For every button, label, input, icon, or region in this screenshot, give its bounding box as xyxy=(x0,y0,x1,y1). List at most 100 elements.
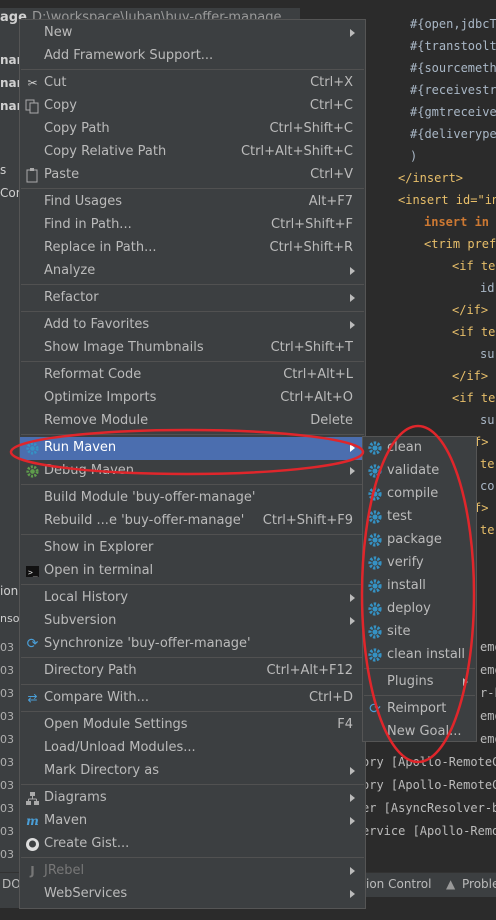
menu-item-webservices[interactable]: WebServices xyxy=(20,883,365,906)
console-line-number: 03 xyxy=(0,848,14,861)
menu-item-jrebel[interactable]: J JRebel xyxy=(20,860,365,883)
menu-item-show-in-explorer[interactable]: Show in Explorer xyxy=(20,537,365,560)
menu-label: New xyxy=(44,25,73,40)
menu-item-mark-directory-as[interactable]: Mark Directory as xyxy=(20,760,365,783)
submenu-item-reimport[interactable]: ⟳ Reimport xyxy=(363,698,476,721)
menu-label: Replace in Path... xyxy=(44,240,157,255)
menu-label: Show in Explorer xyxy=(44,540,154,555)
menu-item-synchronize[interactable]: ⟳ Synchronize 'buy-offer-manage' xyxy=(20,633,365,656)
menu-label: Copy Path xyxy=(44,121,110,136)
shortcut: Ctrl+Shift+T xyxy=(270,340,353,355)
maven-goal-install[interactable]: install xyxy=(363,575,476,598)
submenu-item-new-goal[interactable]: New Goal... xyxy=(363,721,476,744)
maven-goal-test[interactable]: test xyxy=(363,506,476,529)
shortcut: Alt+F7 xyxy=(308,194,353,209)
console-line: r-beat xyxy=(480,686,496,700)
menu-label: Rebuild ...e 'buy-offer-manage' xyxy=(44,513,245,528)
menu-item-find-in-path[interactable]: Find in Path... Ctrl+Shift+F xyxy=(20,214,365,237)
menu-item-directory-path[interactable]: Directory Path Ctrl+Alt+F12 xyxy=(20,660,365,683)
menu-item-rebuild-module[interactable]: Rebuild ...e 'buy-offer-manage' Ctrl+Shif… xyxy=(20,510,365,533)
menu-item-debug-maven[interactable]: Debug Maven xyxy=(20,460,365,483)
menu-separator xyxy=(21,188,364,189)
menu-item-refactor[interactable]: Refactor xyxy=(20,287,365,310)
code-line: insert in xyxy=(424,215,490,229)
submenu-arrow-icon xyxy=(350,467,355,475)
console-line-number: 03 xyxy=(0,756,14,769)
maven-goal-clean-install[interactable]: clean install xyxy=(363,644,476,667)
menu-item-cut[interactable]: ✂ Cut Ctrl+X xyxy=(20,72,365,95)
gear-icon xyxy=(367,486,383,502)
menu-item-paste[interactable]: Paste Ctrl+V xyxy=(20,164,365,187)
menu-item-new[interactable]: New xyxy=(20,22,365,45)
menu-item-local-history[interactable]: Local History xyxy=(20,587,365,610)
menu-item-run-maven[interactable]: Run Maven xyxy=(20,437,365,460)
gear-icon xyxy=(367,624,383,640)
code-line: #{receivestr xyxy=(410,83,496,97)
maven-goal-compile[interactable]: compile xyxy=(363,483,476,506)
menu-label: Compare With... xyxy=(44,690,150,705)
version-control-tab[interactable]: ion Control xyxy=(366,877,431,891)
submenu-item-plugins[interactable]: Plugins xyxy=(363,671,476,694)
menu-item-find-usages[interactable]: Find Usages Alt+F7 xyxy=(20,191,365,214)
shortcut: Ctrl+C xyxy=(309,98,353,113)
goal-label: compile xyxy=(387,486,439,501)
menu-separator xyxy=(21,434,364,435)
submenu-arrow-icon xyxy=(350,444,355,452)
menu-label: Diagrams xyxy=(44,790,107,805)
menu-item-copy-relative-path[interactable]: Copy Relative Path Ctrl+Alt+Shift+C xyxy=(20,141,365,164)
maven-goal-clean[interactable]: clean xyxy=(363,437,476,460)
menu-item-create-gist[interactable]: Create Gist... xyxy=(20,833,365,856)
maven-goal-validate[interactable]: validate xyxy=(363,460,476,483)
submenu-arrow-icon xyxy=(350,890,355,898)
gear-icon xyxy=(367,440,383,456)
console-line: emote xyxy=(480,732,496,746)
maven-goal-site[interactable]: site xyxy=(363,621,476,644)
menu-item-analyze[interactable]: Analyze xyxy=(20,260,365,283)
menu-separator xyxy=(21,361,364,362)
menu-item-open-in-terminal[interactable]: >_ Open in terminal xyxy=(20,560,365,583)
menu-item-copy[interactable]: Copy Ctrl+C xyxy=(20,95,365,118)
menu-item-show-image-thumbnails[interactable]: Show Image Thumbnails Ctrl+Shift+T xyxy=(20,337,365,360)
menu-label: Maven xyxy=(44,813,88,828)
menu-separator xyxy=(21,311,364,312)
menu-item-load-unload-modules[interactable]: Load/Unload Modules... xyxy=(20,737,365,760)
menu-item-add-framework-support[interactable]: Add Framework Support... xyxy=(20,45,365,68)
menu-item-maven[interactable]: m Maven xyxy=(20,810,365,833)
console-line-number: 03 xyxy=(0,825,14,838)
submenu-arrow-icon xyxy=(350,767,355,775)
menu-item-replace-in-path[interactable]: Replace in Path... Ctrl+Shift+R xyxy=(20,237,365,260)
menu-separator xyxy=(364,668,475,669)
problems-tab[interactable]: Proble xyxy=(462,877,496,891)
menu-label: Show Image Thumbnails xyxy=(44,340,204,355)
code-line: co xyxy=(480,479,495,493)
gear-icon xyxy=(367,555,383,571)
maven-goal-package[interactable]: package xyxy=(363,529,476,552)
menu-item-copy-path[interactable]: Copy Path Ctrl+Shift+C xyxy=(20,118,365,141)
menu-item-remove-module[interactable]: Remove Module Delete xyxy=(20,410,365,433)
maven-goal-verify[interactable]: verify xyxy=(363,552,476,575)
menu-label: Reimport xyxy=(387,701,447,716)
jrebel-icon: J xyxy=(30,864,35,878)
menu-item-optimize-imports[interactable]: Optimize Imports Ctrl+Alt+O xyxy=(20,387,365,410)
menu-separator xyxy=(21,284,364,285)
submenu-arrow-icon xyxy=(350,294,355,302)
menu-item-reformat-code[interactable]: Reformat Code Ctrl+Alt+L xyxy=(20,364,365,387)
menu-item-subversion[interactable]: Subversion xyxy=(20,610,365,633)
shortcut: F4 xyxy=(337,717,353,732)
reimport-icon: ⟳ xyxy=(369,701,381,717)
menu-item-add-to-favorites[interactable]: Add to Favorites xyxy=(20,314,365,337)
menu-item-compare-with[interactable]: ⇄ Compare With... Ctrl+D xyxy=(20,687,365,710)
menu-label: Open in terminal xyxy=(44,563,154,578)
menu-item-diagrams[interactable]: Diagrams xyxy=(20,787,365,810)
menu-label: Directory Path xyxy=(44,663,137,678)
code-line: #{open,jdbcT xyxy=(410,17,496,31)
shortcut: Ctrl+V xyxy=(310,167,353,182)
goal-label: clean xyxy=(387,440,422,455)
goal-label: clean install xyxy=(387,647,466,662)
menu-label: WebServices xyxy=(44,886,128,901)
menu-item-build-module[interactable]: Build Module 'buy-offer-manage' xyxy=(20,487,365,510)
maven-goal-deploy[interactable]: deploy xyxy=(363,598,476,621)
menu-label: Refactor xyxy=(44,290,99,305)
menu-item-open-module-settings[interactable]: Open Module Settings F4 xyxy=(20,714,365,737)
goal-label: verify xyxy=(387,555,424,570)
